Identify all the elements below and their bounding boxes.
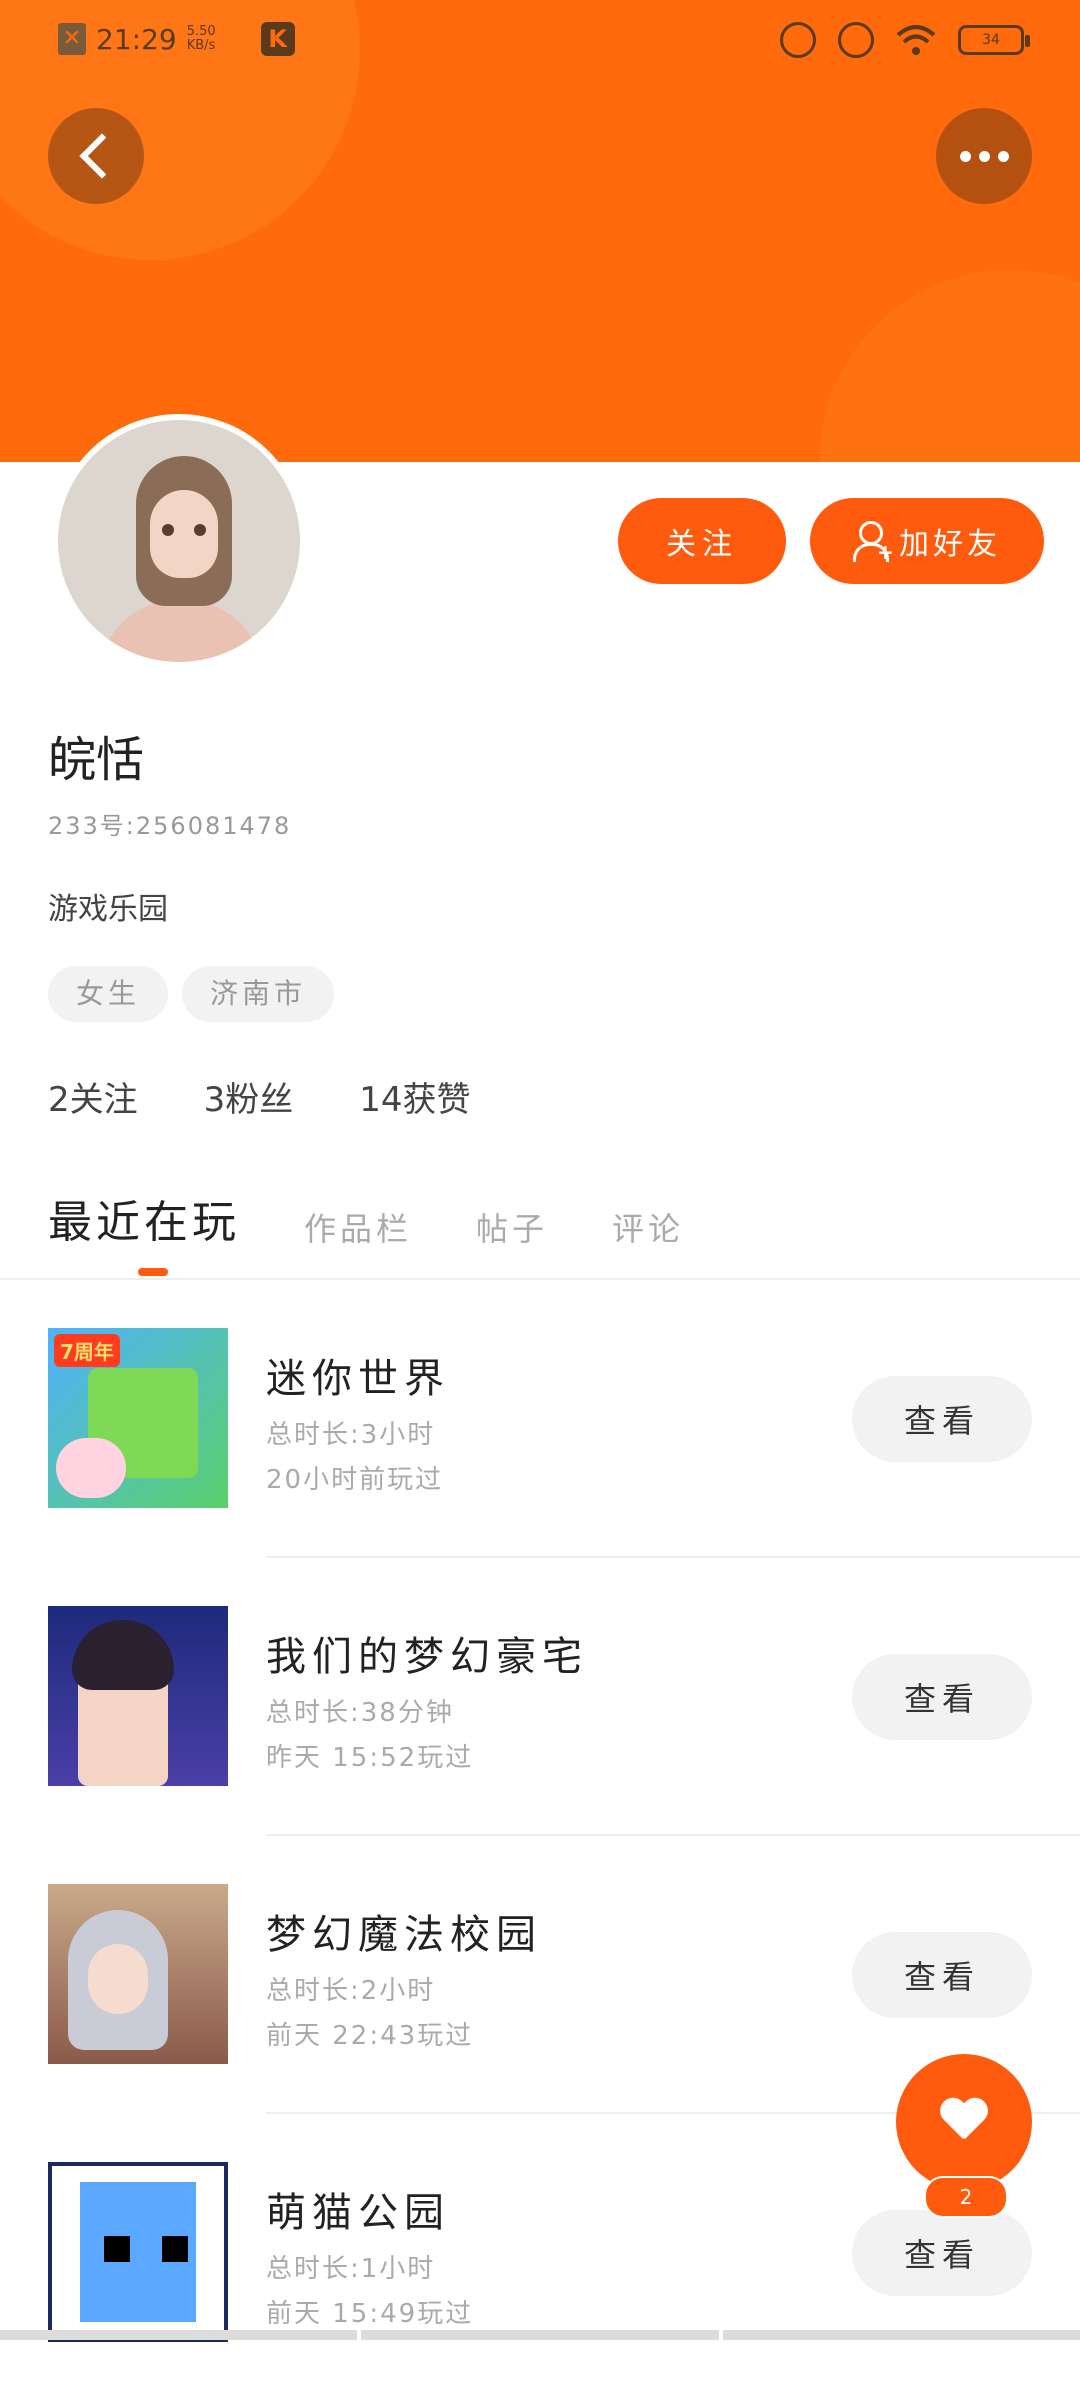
battery-icon: 34: [958, 25, 1030, 55]
user-id: 233号:256081478: [48, 812, 292, 840]
tab-recently-played[interactable]: 最近在玩: [48, 1186, 240, 1250]
wifi-icon: [896, 25, 936, 55]
username: 皖恬: [48, 732, 145, 788]
recent-games-list: 7周年 迷你世界 总时长:3小时 20小时前玩过 查看 我们的梦幻豪宅 总时长:…: [0, 1280, 1080, 2392]
add-person-icon: +: [853, 521, 894, 562]
tab-comments[interactable]: 评论: [612, 1204, 684, 1250]
bottom-edge-bar: [0, 2330, 1080, 2340]
game-name: 我们的梦幻豪宅: [266, 1634, 588, 1680]
user-bio: 游戏乐园: [48, 892, 168, 927]
back-button[interactable]: [48, 108, 144, 204]
game-duration: 总时长:2小时: [266, 1976, 436, 2006]
location-tag: 济南市: [182, 966, 335, 1022]
likes-count: 14获赞: [359, 1080, 471, 1120]
alarm-icon: [780, 22, 816, 58]
game-last-played: 20小时前玩过: [266, 1465, 444, 1495]
game-thumbnail[interactable]: [48, 1606, 228, 1786]
game-duration: 总时长:3小时: [266, 1420, 436, 1450]
add-friend-label: 加好友: [899, 527, 1001, 562]
profile-stats: 2关注 3粉丝 14获赞: [48, 1072, 471, 1121]
following-count[interactable]: 2关注: [48, 1072, 138, 1121]
game-name: 萌猫公园: [266, 2190, 450, 2236]
back-arrow-icon: [79, 133, 125, 179]
heart-icon: [939, 2099, 989, 2145]
add-friend-button[interactable]: + 加好友: [810, 498, 1044, 584]
battery-level: 34: [982, 32, 1000, 48]
gender-tag: 女生: [48, 966, 169, 1022]
view-button[interactable]: 查看: [852, 1932, 1032, 2018]
status-time: 21:29: [96, 22, 177, 56]
k-app-icon: K: [260, 22, 295, 56]
avatar[interactable]: [52, 414, 306, 668]
follow-button[interactable]: 关注: [618, 498, 786, 584]
like-count-badge: 2: [924, 2176, 1008, 2218]
game-last-played: 前天 22:43玩过: [266, 2021, 474, 2051]
more-options-button[interactable]: [936, 108, 1032, 204]
more-dots-icon: [959, 150, 1009, 162]
network-speed: 5.50 KB/s: [186, 24, 216, 53]
game-last-played: 昨天 15:52玩过: [266, 1743, 474, 1773]
list-item[interactable]: 7周年 迷你世界 总时长:3小时 20小时前玩过 查看: [0, 1280, 1080, 1558]
like-fab-button[interactable]: [896, 2054, 1032, 2190]
game-thumbnail[interactable]: [48, 2162, 228, 2342]
game-thumbnail[interactable]: [48, 1884, 228, 2064]
game-last-played: 前天 15:49玩过: [266, 2299, 474, 2329]
profile-tabs: 最近在玩 作品栏 帖子 评论: [48, 1186, 684, 1250]
profile-tags: 女生 济南市: [48, 966, 335, 1022]
app-notification-icon: ✕: [58, 23, 86, 55]
mute-bell-icon: [838, 22, 874, 58]
status-bar: ✕ 21:29 5.50 KB/s K 34: [0, 0, 1080, 84]
game-name: 迷你世界: [266, 1356, 450, 1402]
active-tab-indicator: [138, 1268, 168, 1276]
anniversary-badge: 7周年: [54, 1334, 120, 1367]
game-name: 梦幻魔法校园: [266, 1912, 542, 1958]
game-duration: 总时长:1小时: [266, 2254, 436, 2284]
view-button[interactable]: 查看: [852, 1376, 1032, 1462]
view-button[interactable]: 查看: [852, 2210, 1032, 2296]
tab-posts[interactable]: 帖子: [476, 1204, 548, 1250]
tab-works[interactable]: 作品栏: [304, 1204, 412, 1250]
game-thumbnail[interactable]: 7周年: [48, 1328, 228, 1508]
game-duration: 总时长:38分钟: [266, 1698, 454, 1728]
list-item[interactable]: 我们的梦幻豪宅 总时长:38分钟 昨天 15:52玩过 查看: [0, 1558, 1080, 1836]
fans-count[interactable]: 3粉丝: [204, 1072, 294, 1121]
view-button[interactable]: 查看: [852, 1654, 1032, 1740]
